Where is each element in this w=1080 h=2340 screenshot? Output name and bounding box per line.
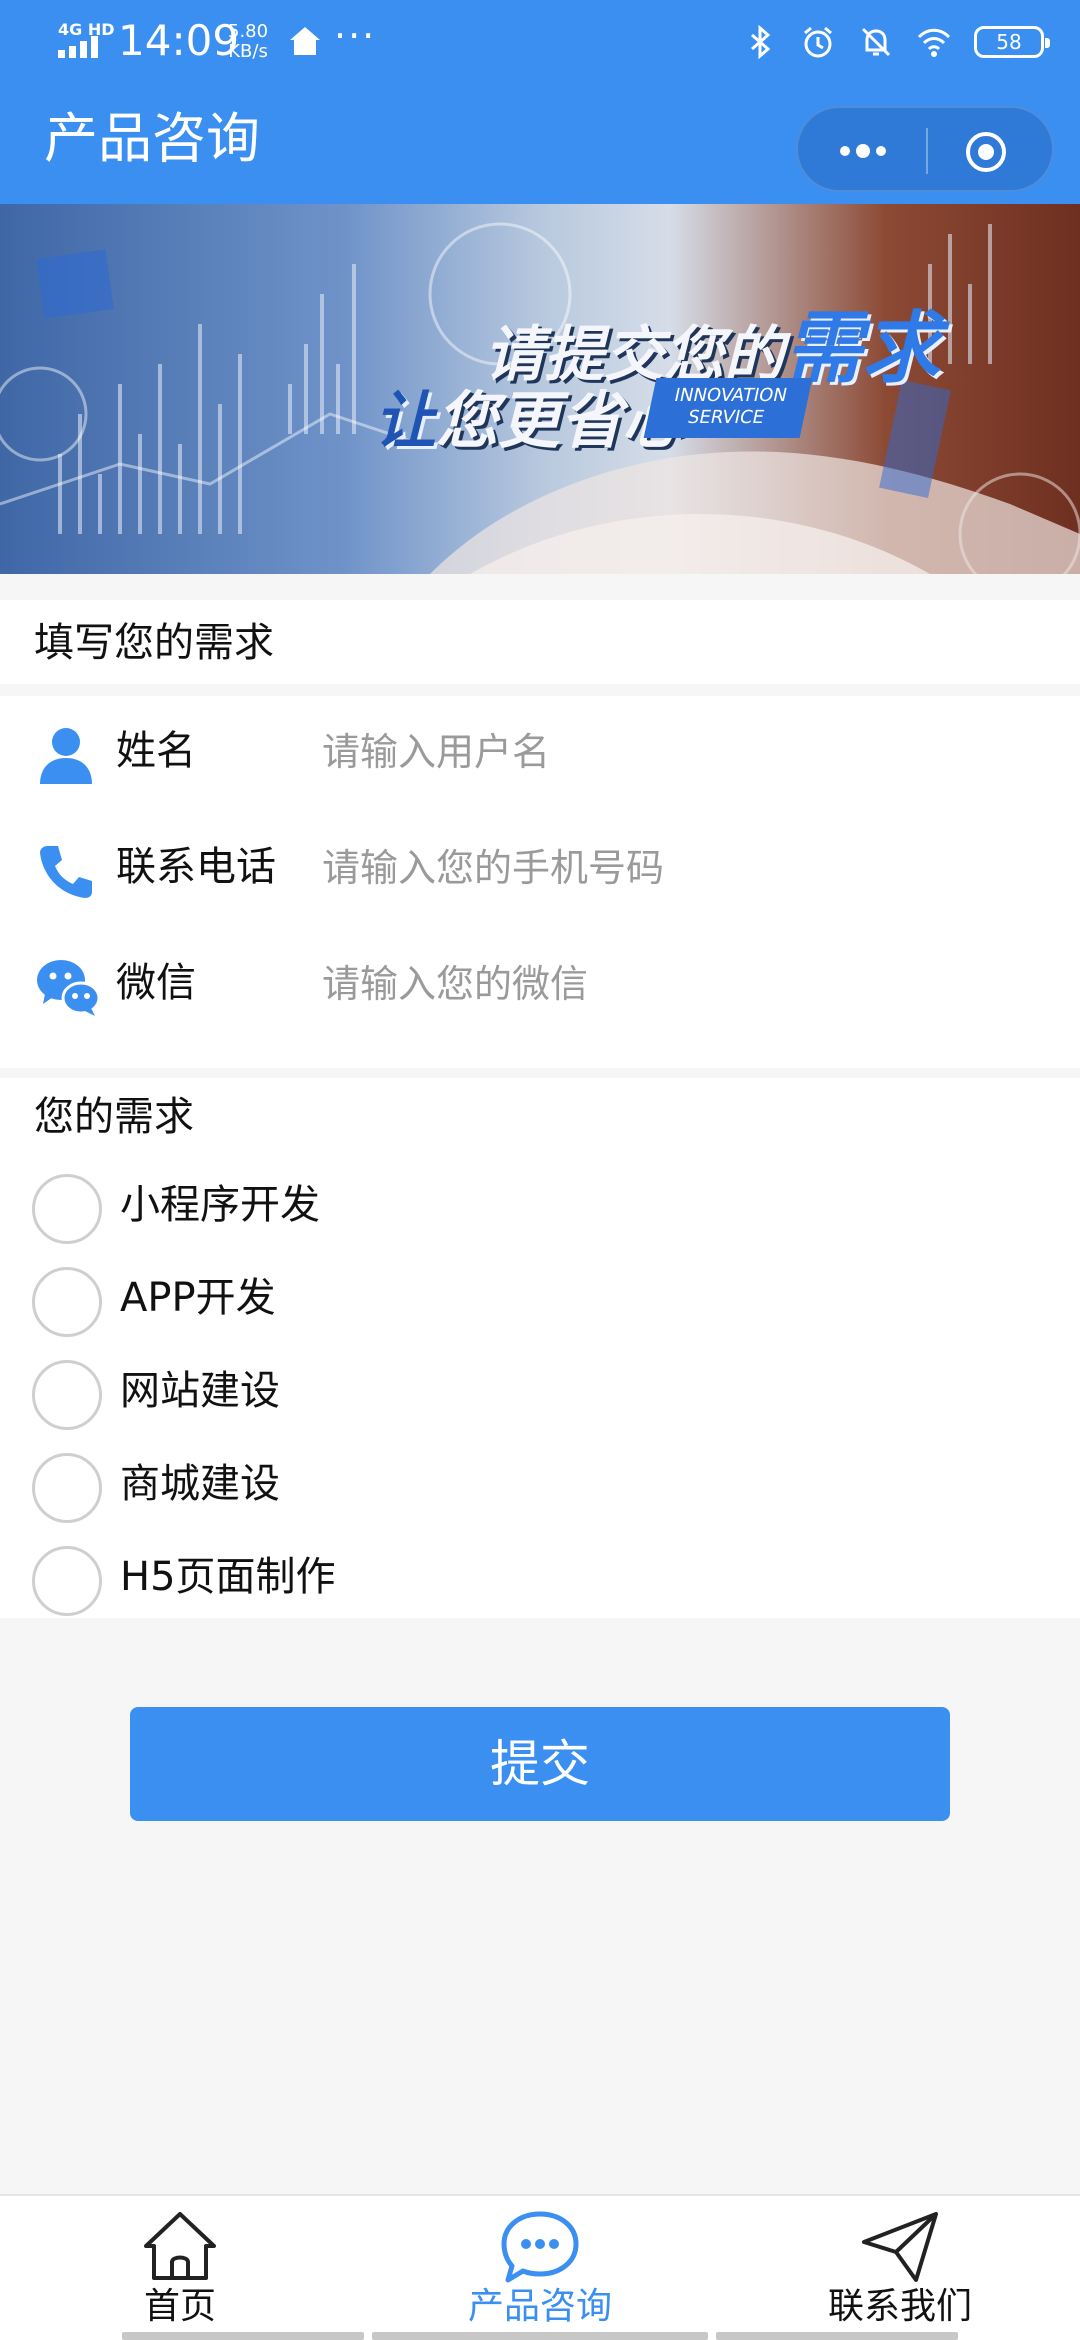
option-label: 商城建设 — [120, 1461, 280, 1507]
radio-button[interactable] — [32, 1360, 102, 1430]
bluetooth-icon — [751, 24, 771, 60]
form-section-title: 填写您的需求 — [34, 620, 274, 666]
banner-image: 请提交您的需求 让您更省心 INNOVATION SERVICE — [0, 204, 1080, 574]
option-label: 网站建设 — [120, 1368, 280, 1414]
close-miniprogram-icon[interactable] — [964, 130, 1008, 174]
tab-product-consult[interactable]: 产品咨询 — [390, 2208, 690, 2332]
signal-icon — [58, 36, 98, 58]
miniprogram-capsule — [796, 106, 1054, 192]
banner-tag-line1: INNOVATION — [672, 385, 789, 406]
more-options-icon[interactable] — [828, 128, 898, 174]
mute-icon — [861, 27, 891, 57]
tab-product-consult-label: 产品咨询 — [467, 2286, 612, 2327]
needs-title: 您的需求 — [34, 1094, 194, 1140]
status-right: 58 — [742, 22, 1050, 62]
page-title: 产品咨询 — [44, 107, 260, 170]
name-label: 姓名 — [116, 728, 196, 774]
option-website[interactable]: 网站建设 — [0, 1346, 1080, 1439]
phone-input[interactable] — [322, 838, 1022, 898]
send-icon — [862, 2212, 938, 2282]
bottom-tab-bar: 首页 产品咨询 联系我们 — [0, 2194, 1080, 2340]
user-icon — [40, 728, 92, 784]
option-miniprogram[interactable]: 小程序开发 — [0, 1160, 1080, 1253]
wechat-icon — [37, 960, 101, 1016]
name-field-row: 姓名 — [0, 696, 1080, 812]
option-label: H5页面制作 — [120, 1554, 336, 1600]
tab-contact-us[interactable]: 联系我们 — [750, 2208, 1050, 2332]
banner-line2-highlight: 让 — [374, 384, 437, 457]
submit-button[interactable]: 提交 — [130, 1707, 950, 1821]
capsule-divider — [926, 128, 928, 174]
wifi-icon — [917, 28, 951, 57]
tab-contact-us-label: 联系我们 — [827, 2286, 972, 2327]
phone-label: 联系电话 — [116, 844, 276, 890]
tab-home-label: 首页 — [143, 2286, 216, 2327]
name-input[interactable] — [322, 722, 1022, 782]
radio-button[interactable] — [32, 1267, 102, 1337]
radio-button[interactable] — [32, 1174, 102, 1244]
needs-section: 您的需求 小程序开发 APP开发 网站建设 商城建设 H5页面制作 — [0, 1078, 1080, 1618]
gesture-strip — [716, 2332, 958, 2340]
speed-value: 5.80 — [228, 21, 269, 42]
home-icon — [144, 2212, 216, 2280]
top-bar: 4G HD 14:09 5.80 KB/s ··· 58 产品咨询 — [0, 0, 1080, 204]
phone-field-row: 联系电话 — [0, 812, 1080, 928]
home-status-icon — [290, 27, 320, 55]
option-label: APP开发 — [120, 1275, 276, 1321]
wechat-label: 微信 — [116, 960, 196, 1006]
option-app[interactable]: APP开发 — [0, 1253, 1080, 1346]
option-mall[interactable]: 商城建设 — [0, 1439, 1080, 1532]
wechat-input[interactable] — [322, 954, 1022, 1014]
battery-indicator: 58 — [974, 26, 1050, 58]
alarm-icon — [804, 26, 832, 58]
radio-button[interactable] — [32, 1546, 102, 1616]
form-section-header: 填写您的需求 — [0, 600, 1080, 684]
network-speed: 5.80 KB/s — [228, 22, 268, 62]
chat-icon — [501, 2211, 579, 2283]
contact-form: 姓名 联系电话 微信 — [0, 696, 1080, 1068]
banner-headline-2: 让您更省心 — [374, 370, 684, 460]
status-bar: 4G HD 14:09 5.80 KB/s ··· 58 — [0, 0, 1080, 86]
status-time: 14:09 — [118, 16, 240, 65]
tab-home[interactable]: 首页 — [30, 2208, 330, 2332]
gesture-strip — [372, 2332, 708, 2340]
gesture-strip — [122, 2332, 364, 2340]
banner-tag: INNOVATION SERVICE — [643, 378, 813, 438]
more-status-icon: ··· — [334, 14, 377, 58]
phone-icon — [40, 846, 92, 898]
wechat-field-row: 微信 — [0, 928, 1080, 1044]
option-label: 小程序开发 — [120, 1182, 320, 1228]
option-h5[interactable]: H5页面制作 — [0, 1532, 1080, 1625]
banner-tag-line2: SERVICE — [685, 407, 767, 428]
radio-button[interactable] — [32, 1453, 102, 1523]
speed-unit: KB/s — [228, 41, 268, 62]
